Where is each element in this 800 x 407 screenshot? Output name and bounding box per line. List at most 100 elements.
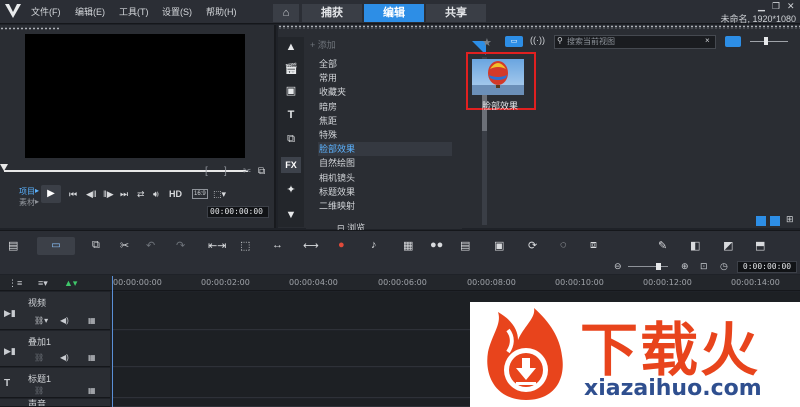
home-start-icon[interactable]: ⏮ (69, 189, 77, 203)
track-header-video[interactable]: ▶▮ 视频 ⛓▾ ◀) ▦ (0, 292, 110, 330)
list-view-icon[interactable] (756, 216, 766, 226)
panel-grip[interactable] (278, 25, 800, 29)
copy-icon[interactable]: ⧉ (92, 239, 100, 252)
graphics-icon[interactable]: ✦ (281, 182, 301, 198)
title-icon[interactable]: T (281, 107, 301, 123)
redo-icon[interactable]: ↷ (176, 239, 185, 252)
down-arrow-icon[interactable]: ▼ (281, 207, 301, 223)
category-item-natural-painting[interactable]: 自然绘图 (318, 156, 452, 170)
storyboard-view-icon[interactable]: ▤ (8, 239, 18, 252)
mute-icon[interactable]: ◀) (60, 353, 69, 362)
category-item-darkroom[interactable]: 暗房 (318, 100, 452, 114)
zoom-in-icon[interactable]: ⊕ (681, 261, 689, 272)
preview-window[interactable] (25, 34, 245, 158)
mark-in-icon[interactable]: [ (205, 166, 208, 177)
repeat-icon[interactable]: ⇄ (137, 189, 145, 203)
volume-icon[interactable]: 🔊︎ (153, 189, 159, 203)
thumbnail-size-knob[interactable] (764, 37, 768, 45)
pan-zoom-icon[interactable]: ⧈ (590, 239, 597, 252)
view-mode-icon[interactable] (725, 36, 741, 47)
undo-icon[interactable]: ↶ (146, 239, 155, 252)
fit-timeline-icon[interactable]: ⊡ (700, 261, 708, 272)
category-item-special[interactable]: 特殊 (318, 128, 452, 142)
resize-crop-icon[interactable]: ⬚▾ (213, 189, 226, 203)
cue-point-icon[interactable]: ▲▾ (64, 278, 77, 289)
aspect-ratio-button[interactable]: 16:9 (192, 189, 208, 199)
mode-project[interactable]: 项目 (19, 186, 35, 197)
tab-capture[interactable]: 捕获 (302, 4, 362, 22)
chapter-icon[interactable]: ✎ (658, 239, 667, 252)
next-frame-icon[interactable]: ‖▶ (103, 189, 114, 203)
track-header-title[interactable]: T 标题1 ⛓ ▦ (0, 368, 110, 398)
link-icon[interactable]: ⛓▾ (34, 316, 48, 325)
home-tab[interactable]: ⌂ (273, 4, 299, 22)
close-icon[interactable]: ✕ (787, 1, 795, 12)
category-item-favorites[interactable]: 收藏夹 (318, 85, 452, 99)
category-item-title-effects[interactable]: 标题效果 (318, 185, 452, 199)
record-icon[interactable]: ● (338, 239, 345, 251)
playhead-line[interactable] (112, 276, 113, 407)
thumbnail-view-icon[interactable] (770, 216, 780, 226)
timeline-view-icon[interactable]: ▭ (37, 237, 75, 255)
menu-edit[interactable]: 编辑(E) (75, 5, 105, 18)
prev-frame-icon[interactable]: ◀‖ (86, 189, 97, 203)
player-timecode[interactable]: 00:00:00:00 (207, 206, 269, 218)
menu-file[interactable]: 文件(F) (31, 5, 61, 18)
show-audio-icon[interactable]: ((·)) (530, 35, 545, 45)
mode-clip[interactable]: 素材 (19, 197, 35, 208)
add-category[interactable]: + 添加 (310, 38, 336, 51)
minimize-icon[interactable]: ▁ (758, 1, 765, 12)
chapter-point-icon[interactable]: ≡▾ (38, 278, 48, 289)
track-manager-icon[interactable]: ⋮≡ (8, 278, 22, 289)
menu-tools[interactable]: 工具(T) (119, 5, 149, 18)
clear-search-icon[interactable]: × (705, 36, 710, 45)
tab-edit[interactable]: 编辑 (364, 4, 424, 22)
fit-project-icon[interactable]: ⇤⇥ (208, 239, 226, 252)
tools-icon[interactable]: ✂ (120, 239, 129, 252)
scrubber-handle[interactable] (0, 164, 8, 171)
split-icon[interactable]: ✂ (243, 166, 251, 177)
category-item-all[interactable]: 全部 (318, 57, 452, 71)
zoom-slider[interactable] (628, 266, 668, 267)
split-screen-icon[interactable]: ◩ (723, 239, 733, 252)
media-icon[interactable]: 🎬︎ (281, 61, 301, 77)
instant-project-icon[interactable]: ▣ (281, 83, 301, 99)
menu-settings[interactable]: 设置(S) (162, 5, 192, 18)
transition-icon[interactable]: ⧉ (281, 131, 301, 147)
time-remap-icon[interactable]: ⟳ (528, 239, 537, 252)
auto-pan-icon[interactable]: ⬚ (240, 239, 250, 252)
multi-camera-icon[interactable]: ▣ (494, 239, 504, 252)
thumbnail-size-slider[interactable] (750, 41, 788, 42)
export-icon[interactable]: ⬒ (755, 239, 765, 252)
enlarge-icon[interactable]: ⧉ (258, 166, 265, 177)
hd-toggle[interactable]: HD (169, 189, 182, 203)
ripple-edit-icon[interactable]: ▦ (88, 316, 96, 325)
panel-grip[interactable] (0, 27, 60, 30)
mute-icon[interactable]: ◀) (60, 316, 69, 325)
link-icon[interactable]: ⛓ (34, 386, 44, 395)
tab-share[interactable]: 共享 (426, 4, 486, 22)
motion-tracking-icon[interactable]: ●● (430, 239, 443, 251)
scrub-bar[interactable] (4, 170, 248, 172)
timeline-timecode[interactable]: 0:00:00:00 (737, 261, 797, 273)
restore-icon[interactable]: ❐ (772, 1, 780, 12)
options-icon[interactable]: ⊞ (786, 214, 794, 225)
mark-out-icon[interactable]: ] (224, 166, 227, 177)
zoom-out-icon[interactable]: ⊖ (614, 261, 622, 272)
show-video-icon[interactable]: ▭ (505, 36, 523, 47)
category-item-focus[interactable]: 焦距 (318, 114, 452, 128)
end-icon[interactable]: ⏭ (120, 189, 128, 203)
time-ruler[interactable]: ⋮≡ ≡▾ ▲▾ 00:00:00:00 00:00:02:00 00:00:0… (0, 275, 800, 291)
ripple-edit-icon[interactable]: ▦ (88, 386, 96, 395)
ripple-edit-icon[interactable]: ▦ (88, 353, 96, 362)
category-item-common[interactable]: 常用 (318, 71, 452, 85)
ripple-icon[interactable]: ↔ (272, 239, 283, 251)
add-to-favorites-icon[interactable]: ★ (482, 36, 492, 49)
track-header-voice[interactable]: 声音 (0, 399, 110, 407)
subtitle-editor-icon[interactable]: ▤ (460, 239, 470, 252)
category-item-camera-lens[interactable]: 相机镜头 (318, 171, 452, 185)
track-header-overlay[interactable]: ▶▮ 叠加1 ⛓ ◀) ▦ (0, 331, 110, 367)
up-arrow-icon[interactable]: ▲ (281, 39, 301, 55)
link-icon[interactable]: ⛓ (34, 353, 44, 362)
category-item-face-effects[interactable]: 脸部效果 (318, 142, 452, 157)
